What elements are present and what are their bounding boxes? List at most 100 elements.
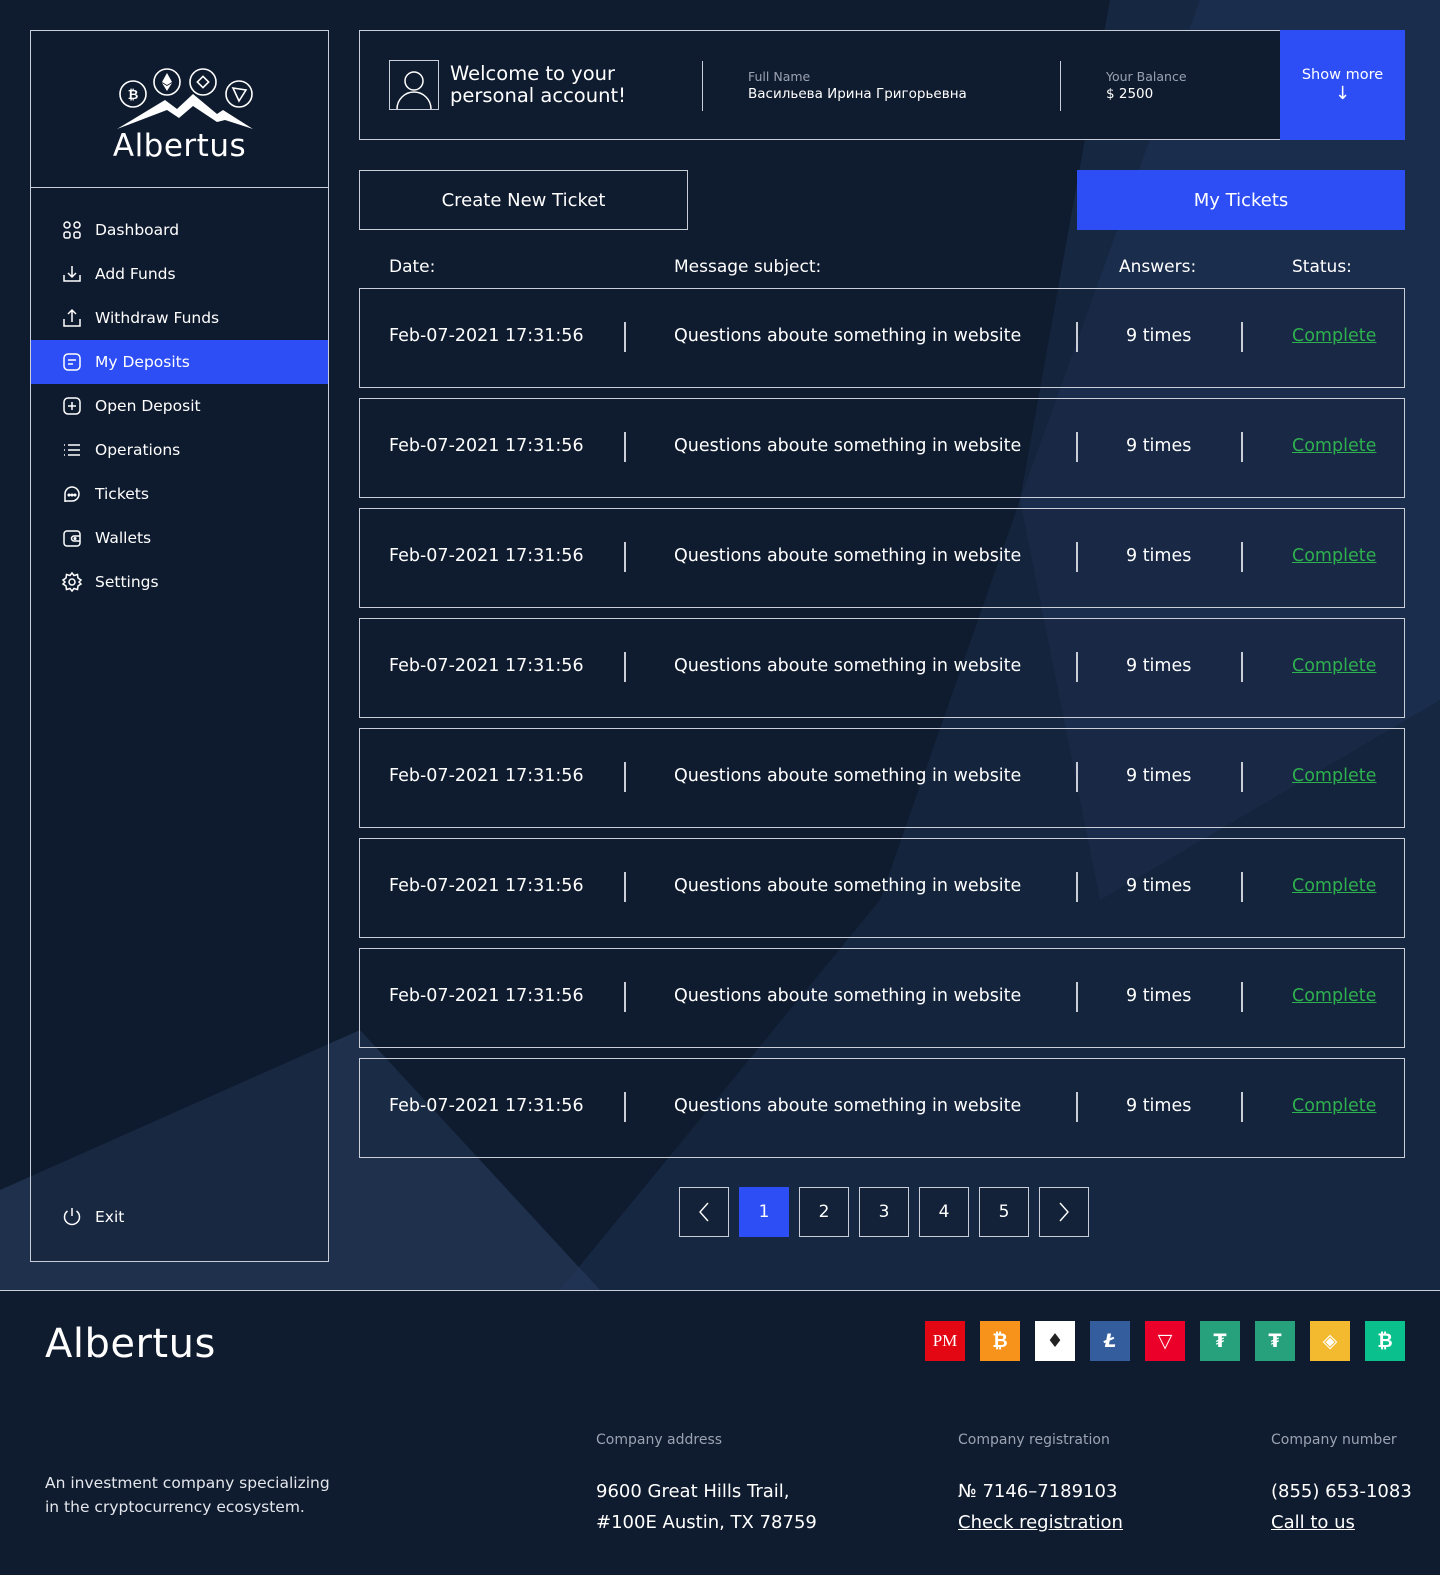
sidebar-item-settings[interactable]: Settings xyxy=(31,560,328,604)
dashboard-icon xyxy=(63,221,81,239)
chevron-left-icon xyxy=(699,1202,709,1222)
table-row[interactable]: Feb-07-2021 17:31:56 Questions aboute so… xyxy=(359,398,1405,498)
tron-icon: ▽ xyxy=(1145,1321,1185,1361)
pagination-next-button[interactable] xyxy=(1039,1187,1089,1237)
tickets-icon xyxy=(64,486,80,502)
ticket-subject: Questions aboute something in website xyxy=(674,1096,1022,1116)
sidebar-item-withdraw-funds[interactable]: Withdraw Funds xyxy=(31,296,328,340)
divider xyxy=(624,762,626,792)
full-name-label: Full Name xyxy=(748,69,811,84)
ticket-status-link[interactable]: Complete xyxy=(1292,876,1376,896)
ticket-answers: 9 times xyxy=(1126,436,1192,456)
logo[interactable]: ₿ Albertus xyxy=(31,31,328,188)
pagination-prev-button[interactable] xyxy=(679,1187,729,1237)
company-tagline: An investment company specializing in th… xyxy=(45,1474,330,1516)
sidebar-item-dashboard[interactable]: Dashboard xyxy=(31,208,328,252)
ticket-date: Feb-07-2021 17:31:56 xyxy=(389,326,584,346)
exit-button[interactable]: Exit xyxy=(31,1195,328,1239)
company-phone: (855) 653-1083 xyxy=(1271,1481,1412,1502)
pagination-page[interactable]: 3 xyxy=(859,1187,909,1237)
footer-brand[interactable]: Albertus xyxy=(45,1321,216,1367)
divider xyxy=(1241,432,1243,462)
table-row[interactable]: Feb-07-2021 17:31:56 Questions aboute so… xyxy=(359,1058,1405,1158)
divider xyxy=(1076,1092,1078,1122)
divider xyxy=(1076,322,1078,352)
ticket-subject: Questions aboute something in website xyxy=(674,766,1022,786)
divider xyxy=(702,61,703,111)
ticket-date: Feb-07-2021 17:31:56 xyxy=(389,876,584,896)
table-row[interactable]: Feb-07-2021 17:31:56 Questions aboute so… xyxy=(359,618,1405,718)
divider xyxy=(624,1092,626,1122)
ethereum-icon: ♦ xyxy=(1035,1321,1075,1361)
sidebar-item-my-deposits[interactable]: My Deposits xyxy=(31,340,328,384)
column-header-answers: Answers: xyxy=(1119,257,1197,277)
divider xyxy=(1076,872,1078,902)
table-row[interactable]: Feb-07-2021 17:31:56 Questions aboute so… xyxy=(359,838,1405,938)
arrow-down-icon: ↓ xyxy=(1334,83,1351,104)
balance-value: $ 2500 xyxy=(1106,86,1154,102)
exit-label: Exit xyxy=(95,1208,125,1226)
ticket-status-link[interactable]: Complete xyxy=(1292,1096,1376,1116)
ticket-answers: 9 times xyxy=(1126,326,1192,346)
ticket-status-link[interactable]: Complete xyxy=(1292,656,1376,676)
ticket-status-link[interactable]: Complete xyxy=(1292,326,1376,346)
ticket-answers: 9 times xyxy=(1126,766,1192,786)
pagination-page[interactable]: 1 xyxy=(739,1187,789,1237)
ticket-subject: Questions aboute something in website xyxy=(674,436,1022,456)
divider xyxy=(624,432,626,462)
check-registration-link[interactable]: Check registration xyxy=(958,1512,1123,1533)
sidebar-item-tickets[interactable]: Tickets xyxy=(31,472,328,516)
ticket-status-link[interactable]: Complete xyxy=(1292,986,1376,1006)
mountain-logo-icon: ₿ xyxy=(116,68,253,129)
sidebar-item-label: Operations xyxy=(95,441,181,459)
bitcoin-icon: ₿ xyxy=(980,1321,1020,1361)
payment-methods: PM ₿ ♦ Ł ▽ ₮ ₮ ◈ ₿ xyxy=(910,1321,1405,1361)
sidebar-item-add-funds[interactable]: Add Funds xyxy=(31,252,328,296)
create-ticket-button[interactable]: Create New Ticket xyxy=(359,170,688,230)
sidebar-item-label: Withdraw Funds xyxy=(95,309,220,327)
pagination-page[interactable]: 4 xyxy=(919,1187,969,1237)
pagination-page[interactable]: 5 xyxy=(979,1187,1029,1237)
divider xyxy=(1076,542,1078,572)
sidebar-item-open-deposit[interactable]: Open Deposit xyxy=(31,384,328,428)
ticket-status-link[interactable]: Complete xyxy=(1292,766,1376,786)
sidebar-item-operations[interactable]: Operations xyxy=(31,428,328,472)
divider xyxy=(1076,652,1078,682)
company-address-line1: 9600 Great Hills Trail, xyxy=(596,1481,790,1502)
sidebar-nav: Dashboard Add Funds Withdraw Funds My De… xyxy=(31,188,328,604)
divider xyxy=(1241,1092,1243,1122)
show-more-button[interactable]: Show more ↓ xyxy=(1280,30,1405,140)
sidebar-item-label: Tickets xyxy=(95,485,149,503)
ticket-subject: Questions aboute something in website xyxy=(674,656,1022,676)
my-tickets-button[interactable]: My Tickets xyxy=(1077,170,1405,230)
ticket-subject: Questions aboute something in website xyxy=(674,876,1022,896)
tether-trc20-icon: ₮ xyxy=(1200,1321,1240,1361)
svg-text:₿: ₿ xyxy=(127,88,138,103)
sidebar-item-label: Open Deposit xyxy=(95,397,201,415)
user-icon xyxy=(396,71,432,109)
divider xyxy=(1241,762,1243,792)
sidebar-item-wallets[interactable]: Wallets xyxy=(31,516,328,560)
company-registration-label: Company registration xyxy=(958,1432,1110,1448)
ticket-answers: 9 times xyxy=(1126,876,1192,896)
ticket-date: Feb-07-2021 17:31:56 xyxy=(389,986,584,1006)
ticket-subject: Questions aboute something in website xyxy=(674,326,1022,346)
sidebar-item-label: Wallets xyxy=(95,529,152,547)
table-row[interactable]: Feb-07-2021 17:31:56 Questions aboute so… xyxy=(359,948,1405,1048)
table-row[interactable]: Feb-07-2021 17:31:56 Questions aboute so… xyxy=(359,288,1405,388)
sidebar: ₿ Albertus Dashboard Add Funds Withdraw … xyxy=(30,30,329,1262)
pagination-page[interactable]: 2 xyxy=(799,1187,849,1237)
table-row[interactable]: Feb-07-2021 17:31:56 Questions aboute so… xyxy=(359,508,1405,608)
tether-erc20-icon: ₮ xyxy=(1255,1321,1295,1361)
call-to-us-link[interactable]: Call to us xyxy=(1271,1512,1355,1533)
sidebar-item-label: Add Funds xyxy=(95,265,176,283)
divider xyxy=(1241,322,1243,352)
divider xyxy=(624,322,626,352)
avatar[interactable] xyxy=(389,60,439,110)
ticket-status-link[interactable]: Complete xyxy=(1292,436,1376,456)
table-row[interactable]: Feb-07-2021 17:31:56 Questions aboute so… xyxy=(359,728,1405,828)
ticket-status-link[interactable]: Complete xyxy=(1292,546,1376,566)
brand-name: Albertus xyxy=(112,128,247,164)
full-name-value: Васильева Ирина Григорьевна xyxy=(748,86,967,102)
company-number-label: Company number xyxy=(1271,1432,1397,1448)
